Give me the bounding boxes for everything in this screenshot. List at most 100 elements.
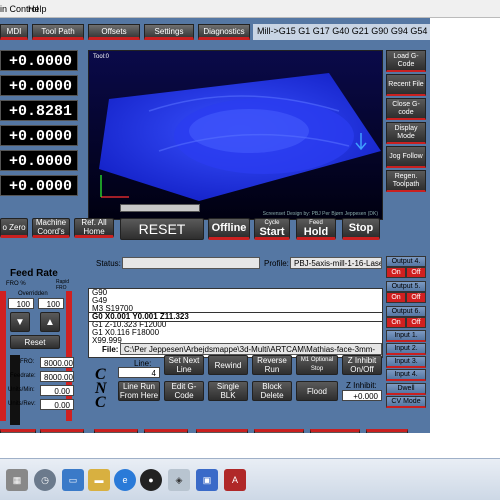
goto-zero-button[interactable]: o Zero bbox=[0, 218, 28, 238]
status-field bbox=[122, 257, 260, 269]
output-label: Output 4. bbox=[386, 256, 426, 267]
media-app-icon[interactable]: ● bbox=[140, 469, 162, 491]
dro-z[interactable]: +0.8281 bbox=[0, 100, 78, 121]
output-4: Output 4. On Off bbox=[386, 256, 426, 278]
cv-mode-indicator: CV Mode bbox=[386, 396, 426, 408]
file-label: File: bbox=[102, 345, 119, 354]
output-off-led[interactable]: Off bbox=[406, 267, 426, 278]
z-inhibit-toggle-button[interactable]: Z Inhibit On/Off bbox=[342, 355, 382, 375]
set-next-line-button[interactable]: Set Next Line bbox=[164, 355, 204, 375]
load-gcode-button[interactable]: Load G-Code bbox=[386, 50, 426, 72]
output-off-led[interactable]: Off bbox=[406, 292, 426, 303]
tab-diagnostics[interactable]: Diagnostics bbox=[198, 24, 250, 40]
regen-toolpath-button[interactable]: Regen. Toolpath bbox=[386, 170, 426, 192]
tab-mdi[interactable]: MDI bbox=[0, 24, 28, 40]
m1-optional-stop-button[interactable]: M1 Optional Stop bbox=[296, 355, 338, 375]
output-on-led[interactable]: On bbox=[386, 267, 406, 278]
z-inhibit-label: Z Inhibit: bbox=[346, 381, 377, 390]
modal-gcode-status: Mill->G15 G1 G17 G40 G21 G90 G94 G54 bbox=[253, 24, 430, 40]
reset-button[interactable]: RESET bbox=[120, 218, 204, 240]
fro-value-field[interactable]: 100 bbox=[8, 298, 34, 309]
output-label: Output 5. bbox=[386, 281, 426, 292]
screenset-credit: Screenset Design by: PBJ Per Bjørn Jeppe… bbox=[262, 211, 378, 217]
line-run-from-here-button[interactable]: Line Run From Here bbox=[118, 381, 160, 401]
desktop-background bbox=[430, 18, 500, 433]
ref-all-home-button[interactable]: Ref. All Home bbox=[74, 218, 114, 238]
taskbar: ▦ ◷ ▭ ▬ e ● ◈ ▣ A bbox=[0, 458, 500, 500]
feed-rate-title: Feed Rate bbox=[10, 268, 58, 279]
app-icon[interactable]: ◈ bbox=[168, 469, 190, 491]
flood-button[interactable]: Flood bbox=[296, 381, 338, 401]
dro-a[interactable]: +0.0000 bbox=[0, 125, 78, 146]
display-mode-button[interactable]: Display Mode bbox=[386, 122, 426, 144]
browser-icon[interactable]: e bbox=[114, 469, 136, 491]
arrow-up-icon: ▲ bbox=[45, 316, 55, 328]
folder-icon[interactable]: ▬ bbox=[88, 469, 110, 491]
units-rev-label: Units/Rev: bbox=[8, 401, 36, 407]
profile-label: Profile: bbox=[264, 259, 289, 268]
units-rev-field: 0.00 bbox=[40, 399, 74, 410]
rapid-fro-value-field[interactable]: 100 bbox=[38, 298, 64, 309]
clock-app-icon[interactable]: ◷ bbox=[34, 469, 56, 491]
rewind-button[interactable]: Rewind bbox=[208, 355, 248, 375]
tab-offsets[interactable]: Offsets bbox=[88, 24, 140, 40]
offline-button[interactable]: Offline bbox=[208, 218, 250, 240]
line-number-field[interactable]: 4 bbox=[118, 367, 160, 378]
fro-down-button[interactable]: ▼ bbox=[10, 312, 30, 332]
menu-bar: in Control Help bbox=[0, 0, 500, 18]
dro-b[interactable]: +0.0000 bbox=[0, 150, 78, 171]
menu-help[interactable]: Help bbox=[28, 4, 47, 14]
window-app-icon[interactable]: ▭ bbox=[62, 469, 84, 491]
status-label: Status: bbox=[96, 259, 121, 268]
units-min-field: 0.00 bbox=[40, 385, 74, 396]
machine-coords-button[interactable]: Machine Coord's bbox=[32, 218, 70, 238]
feed-hold-button[interactable]: Feed Hold bbox=[296, 218, 336, 240]
edit-gcode-button[interactable]: Edit G-Code bbox=[164, 381, 204, 401]
desktop-strip bbox=[0, 433, 500, 458]
gcode-line[interactable]: G90 bbox=[89, 289, 382, 297]
input-3: Input 3. bbox=[386, 356, 426, 368]
output-label: Output 6. bbox=[386, 306, 426, 317]
reverse-run-button[interactable]: Reverse Run bbox=[252, 355, 292, 375]
feedrate-label: Feedrate: bbox=[10, 373, 36, 379]
cv-mode-label: CV Mode bbox=[386, 396, 426, 408]
tab-settings[interactable]: Settings bbox=[144, 24, 194, 40]
fro-bar bbox=[0, 291, 6, 421]
dro-c[interactable]: +0.0000 bbox=[0, 175, 78, 196]
fro-up-button[interactable]: ▲ bbox=[40, 312, 60, 332]
output-off-led[interactable]: Off bbox=[406, 317, 426, 328]
tab-toolpath[interactable]: Tool Path bbox=[32, 24, 84, 40]
dro-x[interactable]: +0.0000 bbox=[0, 50, 78, 71]
cnc-logo: C N C bbox=[95, 367, 107, 411]
input-2: Input 2. bbox=[386, 343, 426, 355]
toolpath-scrollbar[interactable] bbox=[120, 204, 200, 212]
photos-icon[interactable]: ▣ bbox=[196, 469, 218, 491]
mach3-main-panel: MDI Tool Path Offsets Settings Diagnosti… bbox=[0, 18, 430, 445]
overridden-label: Overridden bbox=[18, 291, 48, 297]
jog-follow-button[interactable]: Jog Follow bbox=[386, 146, 426, 168]
taskbar-app-icon[interactable]: ▦ bbox=[6, 469, 28, 491]
z-inhibit-field[interactable]: +0.000 bbox=[342, 390, 382, 401]
gcode-line[interactable]: G1 X0.116 F18000 bbox=[89, 329, 382, 337]
stop-button[interactable]: Stop bbox=[342, 218, 380, 240]
output-on-led[interactable]: On bbox=[386, 317, 406, 328]
dwell-label: Dwell bbox=[386, 383, 426, 395]
cnc-letter: C bbox=[95, 394, 106, 411]
input-label: Input 3. bbox=[386, 356, 426, 368]
toolpath-view[interactable]: Tool:0 Screenset Design by: PBJ Per Bjør… bbox=[88, 50, 383, 220]
fro-label: FRO % bbox=[6, 281, 26, 287]
output-on-led[interactable]: On bbox=[386, 292, 406, 303]
close-gcode-button[interactable]: Close G-code bbox=[386, 98, 426, 120]
recent-file-button[interactable]: Recent File bbox=[386, 74, 426, 96]
dro-y[interactable]: +0.0000 bbox=[0, 75, 78, 96]
feedrate-field[interactable]: 8000.00 bbox=[40, 371, 74, 382]
fro-reset-button[interactable]: Reset bbox=[10, 335, 60, 349]
hold-label: Hold bbox=[303, 226, 329, 238]
input-1: Input 1. bbox=[386, 330, 426, 342]
single-block-button[interactable]: Single BLK bbox=[208, 381, 248, 401]
block-delete-button[interactable]: Block Delete bbox=[252, 381, 292, 401]
cycle-start-button[interactable]: Cycle Start bbox=[254, 218, 290, 240]
tool-label: Tool:0 bbox=[93, 54, 110, 60]
acrobat-icon[interactable]: A bbox=[224, 469, 246, 491]
fro-readout: 8000.00 bbox=[40, 357, 74, 368]
